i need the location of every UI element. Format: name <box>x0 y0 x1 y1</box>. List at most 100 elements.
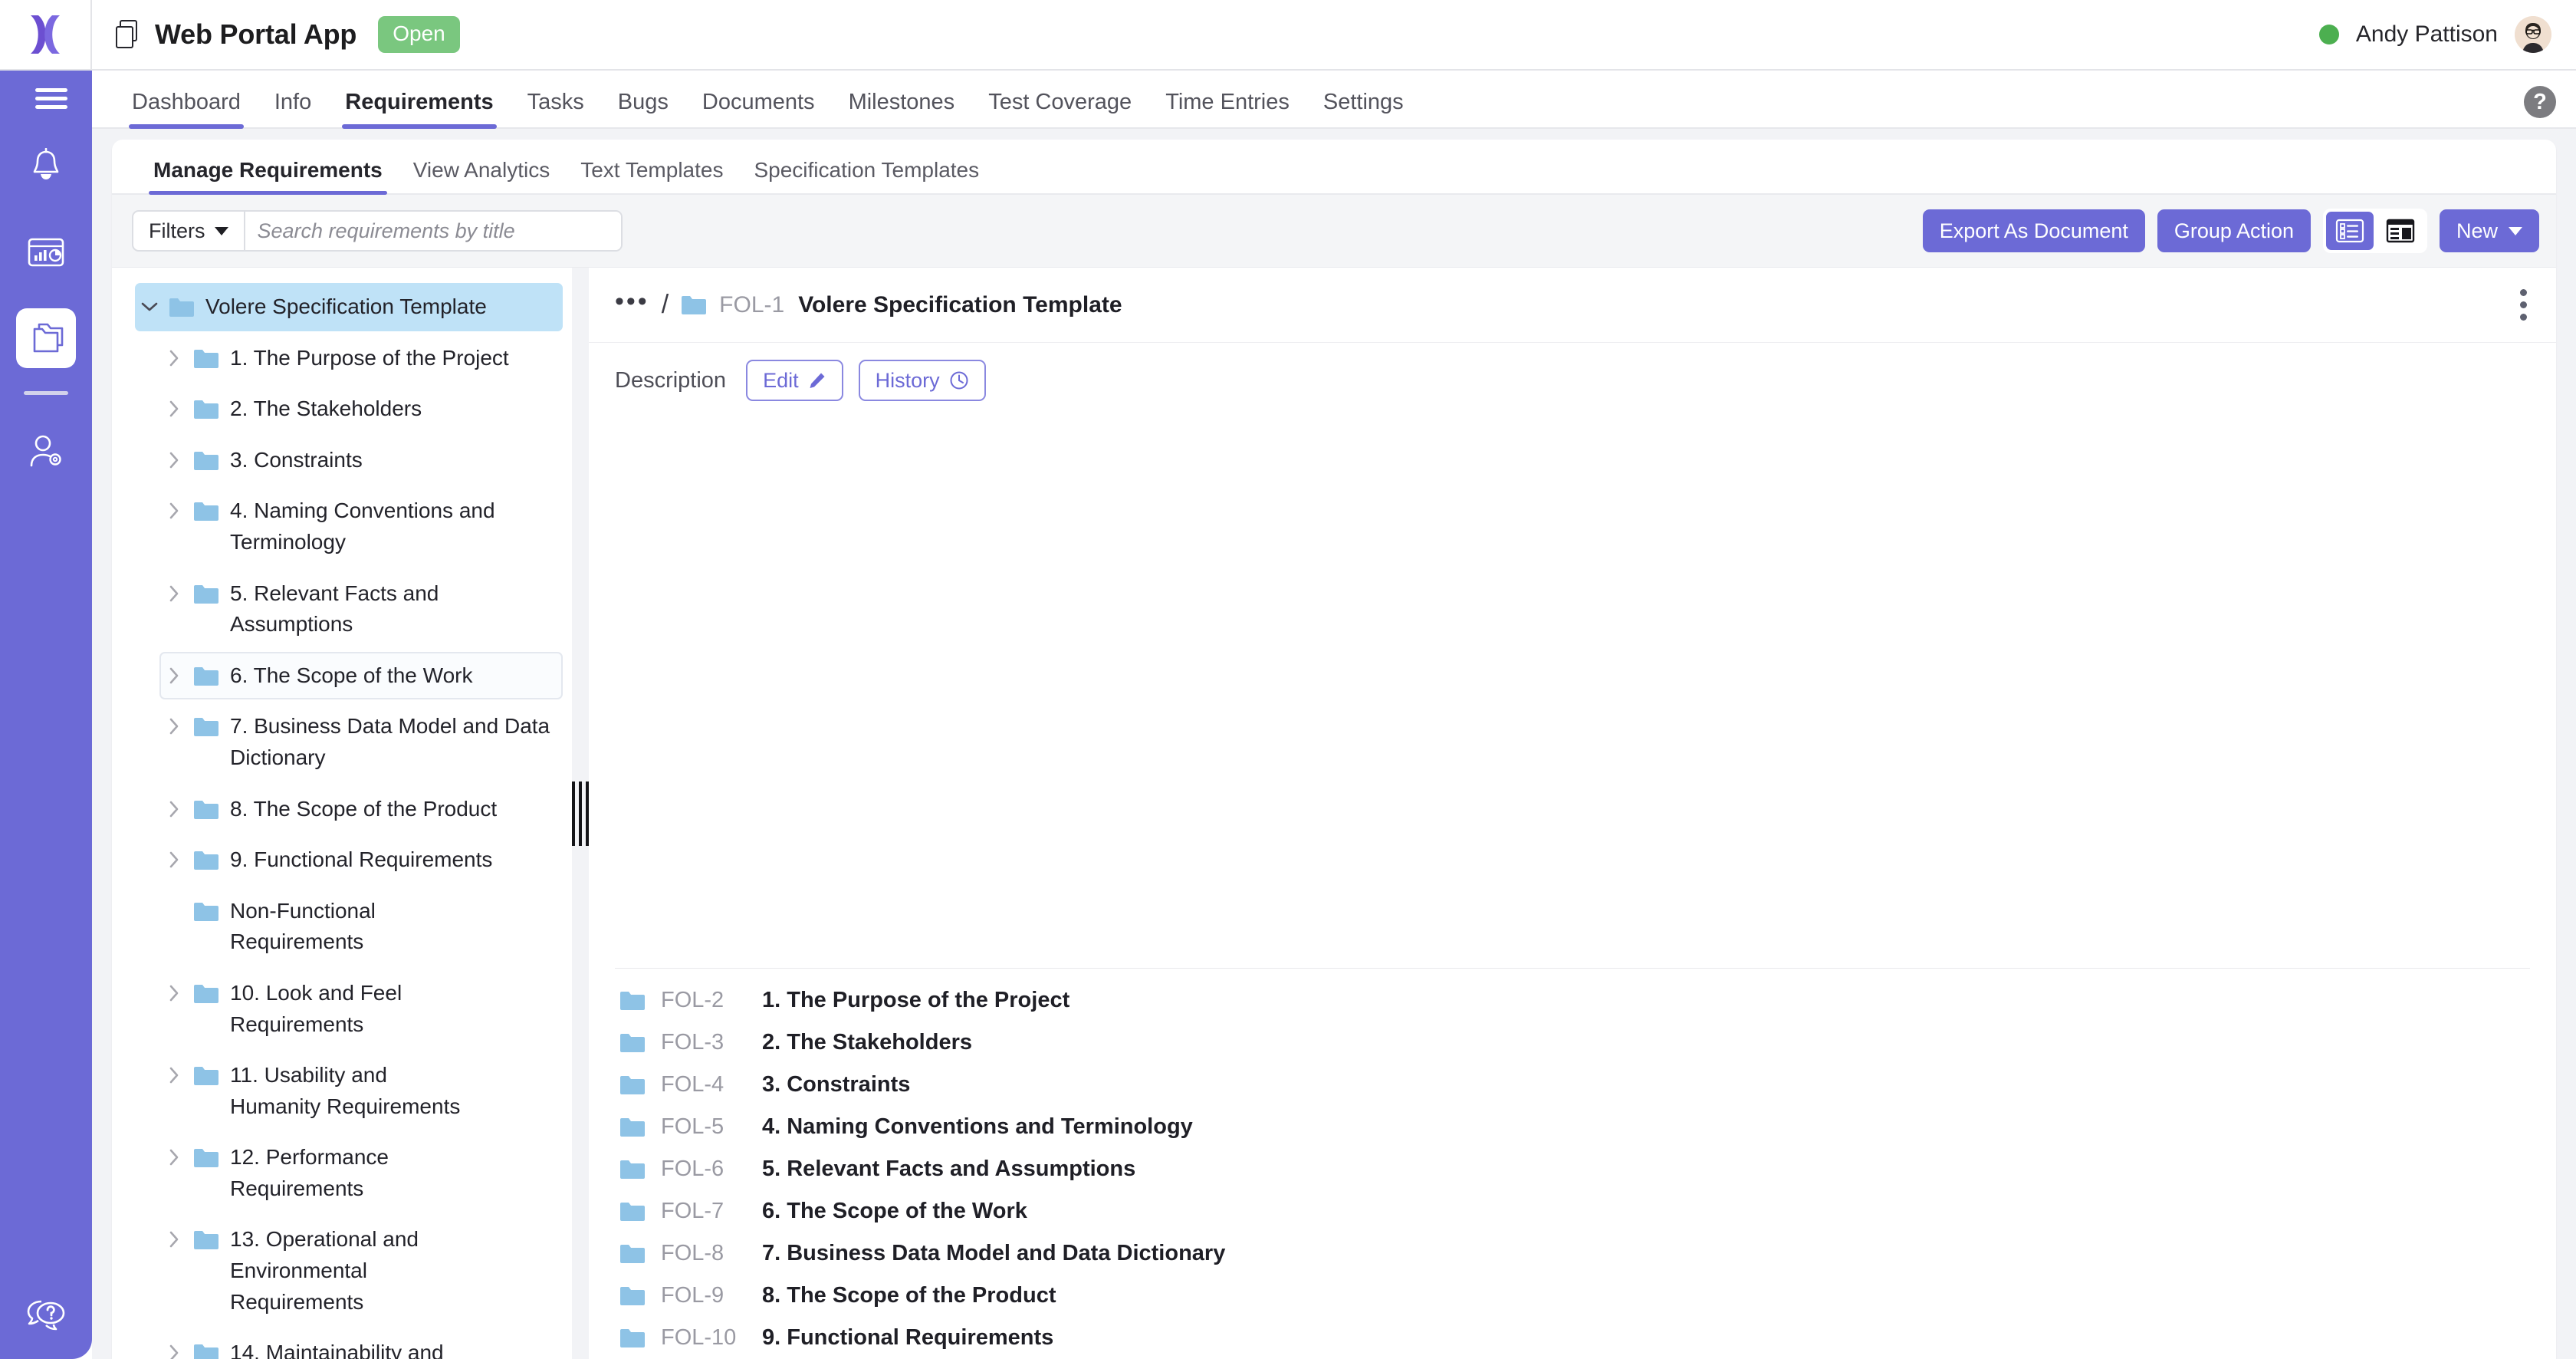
nav-tab-settings[interactable]: Settings <box>1306 90 1421 127</box>
tree-item-label: 2. The Stakeholders <box>230 397 422 421</box>
detail-pane: ••• / FOL-1 Volere Specification Templat… <box>589 268 2556 1359</box>
chevron-right-icon[interactable] <box>166 1224 182 1255</box>
list-item[interactable]: FOL-7 6. The Scope of the Work <box>615 1190 2530 1232</box>
avatar[interactable] <box>2515 16 2551 53</box>
tab-view-analytics[interactable]: View Analytics <box>398 158 565 193</box>
tab-text-templates[interactable]: Text Templates <box>565 158 738 193</box>
rail-item-notifications[interactable] <box>16 137 76 196</box>
chevron-right-icon[interactable] <box>166 711 182 742</box>
nav-tab-requirements[interactable]: Requirements <box>328 90 510 129</box>
rail-item-account[interactable] <box>16 421 76 481</box>
chevron-right-icon[interactable] <box>166 978 182 1009</box>
rail-item-reports[interactable] <box>16 222 76 282</box>
folder-icon <box>619 1117 646 1138</box>
nav-tab-bugs[interactable]: Bugs <box>601 90 685 127</box>
tree-item-label: 14. Maintainability and <box>230 1341 444 1359</box>
tree-item-6[interactable]: 6. The Scope of the Work <box>159 651 563 700</box>
more-options-icon[interactable] <box>2514 285 2533 325</box>
list-item[interactable]: FOL-4 3. Constraints <box>615 1064 2530 1106</box>
panel-splitter[interactable] <box>572 268 589 1359</box>
nav-tab-dashboard[interactable]: Dashboard <box>115 90 258 129</box>
tree-item-root[interactable]: Volere Specification Template <box>135 283 563 331</box>
tree-item-1[interactable]: 1. The Purpose of the Project <box>159 334 563 383</box>
chevron-right-icon[interactable] <box>166 343 182 373</box>
tree-item-label: 9. Functional Requirements <box>230 847 493 872</box>
tab-specification-templates[interactable]: Specification Templates <box>738 158 994 193</box>
icon-rail <box>0 71 92 1359</box>
tree-item-8[interactable]: 8. The Scope of the Product <box>159 785 563 834</box>
filters-dropdown[interactable]: Filters <box>133 212 245 250</box>
nav-tab-documents[interactable]: Documents <box>685 90 832 127</box>
list-item[interactable]: FOL-2 1. The Purpose of the Project <box>615 979 2530 1022</box>
chevron-right-icon[interactable] <box>166 1142 182 1173</box>
tree-item-12[interactable]: 11. Usability and Humanity Requirements <box>159 1051 563 1130</box>
chevron-right-icon[interactable] <box>166 844 182 875</box>
rail-item-support[interactable] <box>0 1298 92 1333</box>
tree-view-button[interactable] <box>2325 212 2374 250</box>
rail-item-projects[interactable] <box>16 308 76 368</box>
history-button[interactable]: History <box>858 360 986 401</box>
list-item-id: FOL-9 <box>661 1283 724 1308</box>
list-item-title: 4. Naming Conventions and Terminology <box>762 1114 1193 1139</box>
tree-item-15[interactable]: 14. Maintainability and <box>159 1329 563 1359</box>
folder-icon <box>619 1074 646 1096</box>
folder-icon <box>619 1243 646 1265</box>
chevron-right-icon[interactable] <box>166 1338 182 1359</box>
app-logo[interactable] <box>0 0 92 69</box>
tree-item-label: 3. Constraints <box>230 447 363 472</box>
chevron-right-icon[interactable] <box>166 578 182 609</box>
chevron-right-icon[interactable] <box>166 445 182 475</box>
new-button[interactable]: New <box>2439 209 2539 252</box>
list-item[interactable]: FOL-6 5. Relevant Facts and Assumptions <box>615 1148 2530 1190</box>
group-action-button[interactable]: Group Action <box>2157 209 2311 252</box>
folder-icon <box>193 1343 219 1359</box>
nav-tab-test-coverage[interactable]: Test Coverage <box>971 90 1148 127</box>
list-item[interactable]: FOL-10 9. Functional Requirements <box>615 1317 2530 1359</box>
tree-item-5[interactable]: 5. Relevant Facts and Assumptions <box>159 570 563 649</box>
list-item-id: FOL-6 <box>661 1157 724 1181</box>
list-item-id: FOL-7 <box>661 1199 724 1223</box>
nav-tab-tasks[interactable]: Tasks <box>511 90 601 127</box>
tree-item-9[interactable]: 9. Functional Requirements <box>159 836 563 884</box>
tree-item-7[interactable]: 7. Business Data Model and Data Dictiona… <box>159 703 563 782</box>
tree-item-13[interactable]: 12. Performance Requirements <box>159 1134 563 1213</box>
chevron-right-icon[interactable] <box>166 393 182 424</box>
description-body[interactable] <box>589 418 2556 968</box>
tab-manage-requirements[interactable]: Manage Requirements <box>138 158 398 195</box>
search-input[interactable] <box>245 212 621 250</box>
tree-item-2[interactable]: 2. The Stakeholders <box>159 385 563 433</box>
tree-item-14[interactable]: 13. Operational and Environmental Requir… <box>159 1216 563 1326</box>
folder-icon <box>619 1328 646 1349</box>
tree-item-10[interactable]: Non-Functional Requirements <box>159 887 563 966</box>
list-item[interactable]: FOL-3 2. The Stakeholders <box>615 1022 2530 1064</box>
export-as-document-button[interactable]: Export As Document <box>1922 209 2145 252</box>
document-icon <box>116 20 137 48</box>
nav-tab-milestones[interactable]: Milestones <box>832 90 972 127</box>
tree-item-label: 13. Operational and Environmental Requir… <box>230 1227 419 1314</box>
tree-item-4[interactable]: 4. Naming Conventions and Terminology <box>159 487 563 566</box>
chevron-down-icon[interactable] <box>141 291 158 322</box>
nav-tab-info[interactable]: Info <box>258 90 328 127</box>
tree-item-3[interactable]: 3. Constraints <box>159 436 563 485</box>
folder-icon <box>193 584 219 605</box>
chevron-right-icon[interactable] <box>166 1060 182 1091</box>
list-item[interactable]: FOL-9 8. The Scope of the Product <box>615 1275 2530 1317</box>
help-button[interactable]: ? <box>2524 86 2556 127</box>
nav-tab-time-entries[interactable]: Time Entries <box>1148 90 1306 127</box>
list-item[interactable]: FOL-8 7. Business Data Model and Data Di… <box>615 1232 2530 1275</box>
chevron-right-icon[interactable] <box>166 660 182 691</box>
hamburger-menu-icon[interactable] <box>34 86 69 110</box>
tree-item-11[interactable]: 10. Look and Feel Requirements <box>159 969 563 1048</box>
list-item-title: 2. The Stakeholders <box>762 1030 972 1055</box>
breadcrumb-overflow[interactable]: ••• <box>615 288 649 322</box>
list-item-title: 5. Relevant Facts and Assumptions <box>762 1157 1136 1181</box>
description-toolbar: Description Edit History <box>589 343 2556 418</box>
sub-tabs: Manage Requirements View Analytics Text … <box>112 140 2556 195</box>
chevron-right-icon[interactable] <box>166 495 182 526</box>
status-badge[interactable]: Open <box>378 16 460 53</box>
split-view-button[interactable] <box>2377 212 2424 250</box>
list-item[interactable]: FOL-5 4. Naming Conventions and Terminol… <box>615 1106 2530 1148</box>
breadcrumb: ••• / FOL-1 Volere Specification Templat… <box>589 268 2556 343</box>
edit-button[interactable]: Edit <box>746 360 843 401</box>
chevron-right-icon[interactable] <box>166 794 182 824</box>
